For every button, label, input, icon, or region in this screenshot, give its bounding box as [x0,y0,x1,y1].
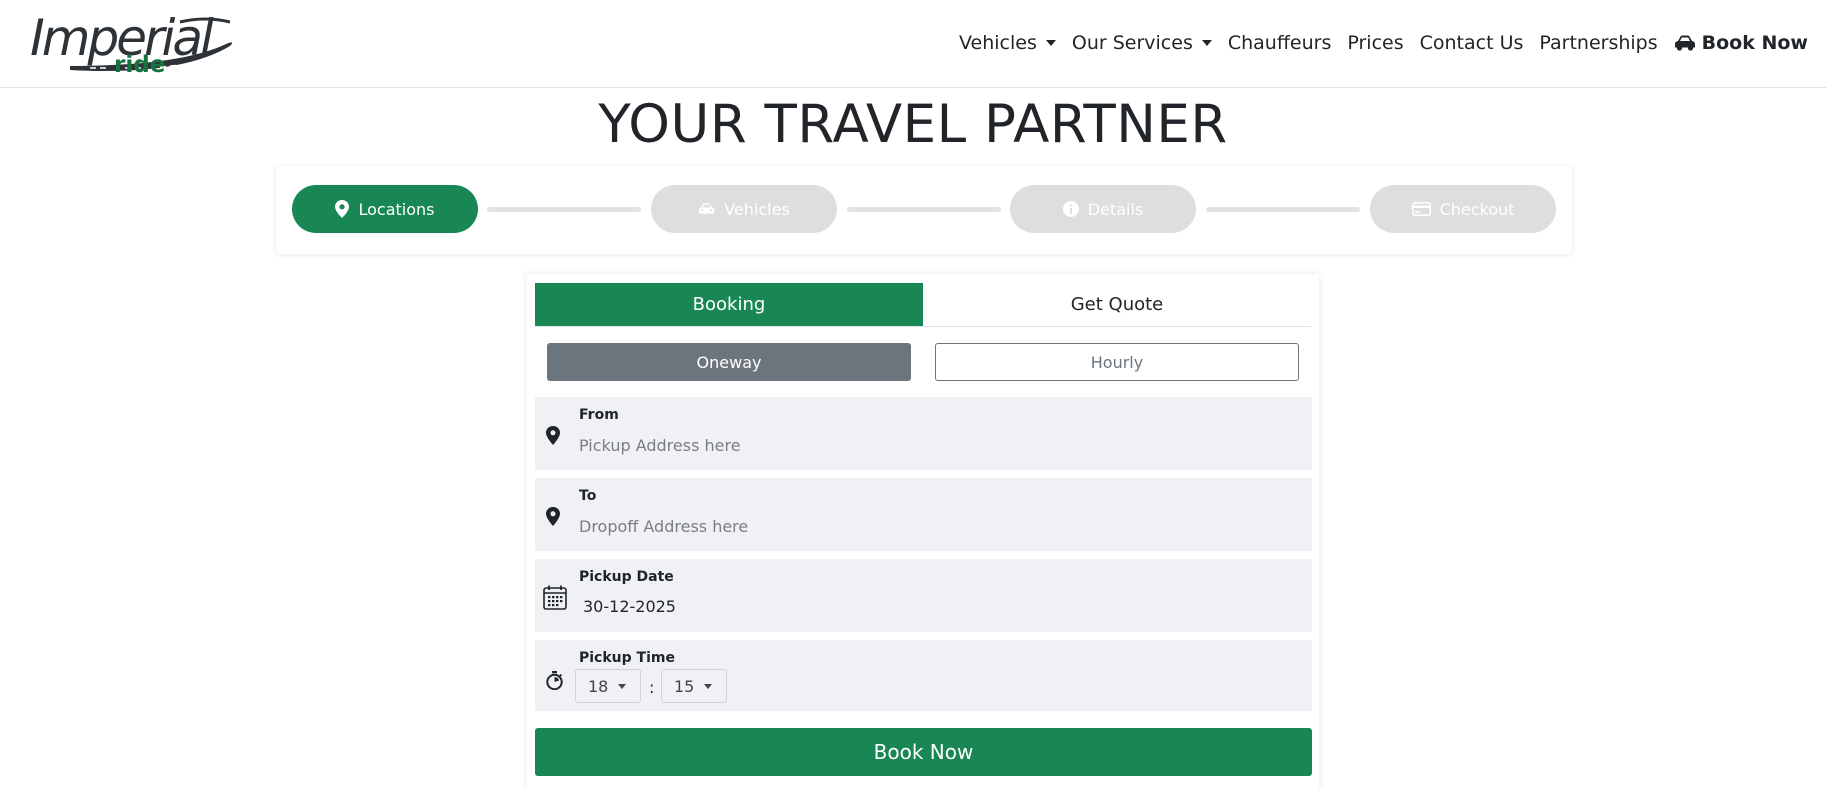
from-label: From [579,407,619,423]
page-title: YOUR TRAVEL PARTNER [598,94,1228,155]
step-connector [1206,207,1360,212]
pickup-address-input[interactable] [579,433,1279,457]
to-field: To [535,478,1312,551]
minute-select-value: 15 [674,676,695,696]
step-checkout[interactable]: Checkout [1370,185,1556,233]
main-nav: Vehicles Our Services Chauffeurs Prices … [943,0,1808,86]
calendar-icon [543,585,567,610]
hourly-button[interactable]: Hourly [935,343,1299,381]
caret-down-icon [704,683,713,689]
booking-stepper: Locations Vehicles Details Checkout [276,166,1572,254]
info-icon [1062,201,1079,217]
nav-book-now-label: Book Now [1701,32,1808,54]
step-connector [487,207,641,212]
pickup-date-label: Pickup Date [579,569,674,585]
step-connector [847,207,1001,212]
tab-booking[interactable]: Booking [535,283,923,326]
step-vehicles[interactable]: Vehicles [651,185,837,233]
booking-tabs: Booking Get Quote [535,283,1311,327]
pickup-date-field: Pickup Date 30-12-2025 [535,559,1312,632]
from-field: From [535,397,1312,470]
nav-services-label: Our Services [1071,32,1193,54]
car-icon [698,203,715,214]
step-details-label: Details [1087,199,1144,219]
dropoff-address-input[interactable] [579,514,1279,538]
step-checkout-label: Checkout [1439,199,1515,219]
top-navbar: Imperial ride Vehicles Our Services Chau… [0,0,1826,88]
step-vehicles-label: Vehicles [724,199,790,219]
booking-card: Booking Get Quote Oneway Hourly From To [527,274,1319,788]
caret-down-icon [618,683,627,689]
hour-select[interactable]: 18 [575,669,641,703]
nav-chauffeurs-link[interactable]: Chauffeurs [1228,32,1332,54]
time-separator: : [649,678,655,697]
nav-book-now-link[interactable]: Book Now [1674,32,1808,54]
minute-select[interactable]: 15 [661,669,727,703]
pickup-date-input[interactable]: 30-12-2025 [583,597,676,616]
caret-down-icon [1201,40,1212,46]
step-locations[interactable]: Locations [292,185,478,233]
step-locations-label: Locations [358,199,435,219]
map-pin-icon [546,507,560,526]
nav-partnerships-link[interactable]: Partnerships [1539,32,1657,54]
to-label: To [579,488,597,504]
nav-services-dropdown[interactable]: Our Services [1072,32,1212,54]
map-pin-icon [335,200,350,218]
caret-down-icon [1045,40,1056,46]
nav-vehicles-label: Vehicles [959,32,1037,54]
logo-subtitle: ride [114,52,166,78]
stopwatch-icon [546,671,563,690]
step-details[interactable]: Details [1010,185,1196,233]
tab-get-quote[interactable]: Get Quote [923,283,1311,326]
nav-vehicles-dropdown[interactable]: Vehicles [959,32,1056,54]
nav-prices-link[interactable]: Prices [1347,32,1403,54]
pickup-time-field: Pickup Time 18 : 15 [535,640,1312,711]
book-now-button[interactable]: Book Now [535,728,1312,776]
pickup-time-label: Pickup Time [579,650,675,666]
brand-logo[interactable]: Imperial ride [30,10,240,78]
hour-select-value: 18 [588,676,609,696]
credit-card-icon [1411,202,1431,216]
nav-contact-link[interactable]: Contact Us [1420,32,1524,54]
map-pin-icon [546,426,560,445]
car-icon [1674,35,1695,51]
oneway-button[interactable]: Oneway [547,343,911,381]
